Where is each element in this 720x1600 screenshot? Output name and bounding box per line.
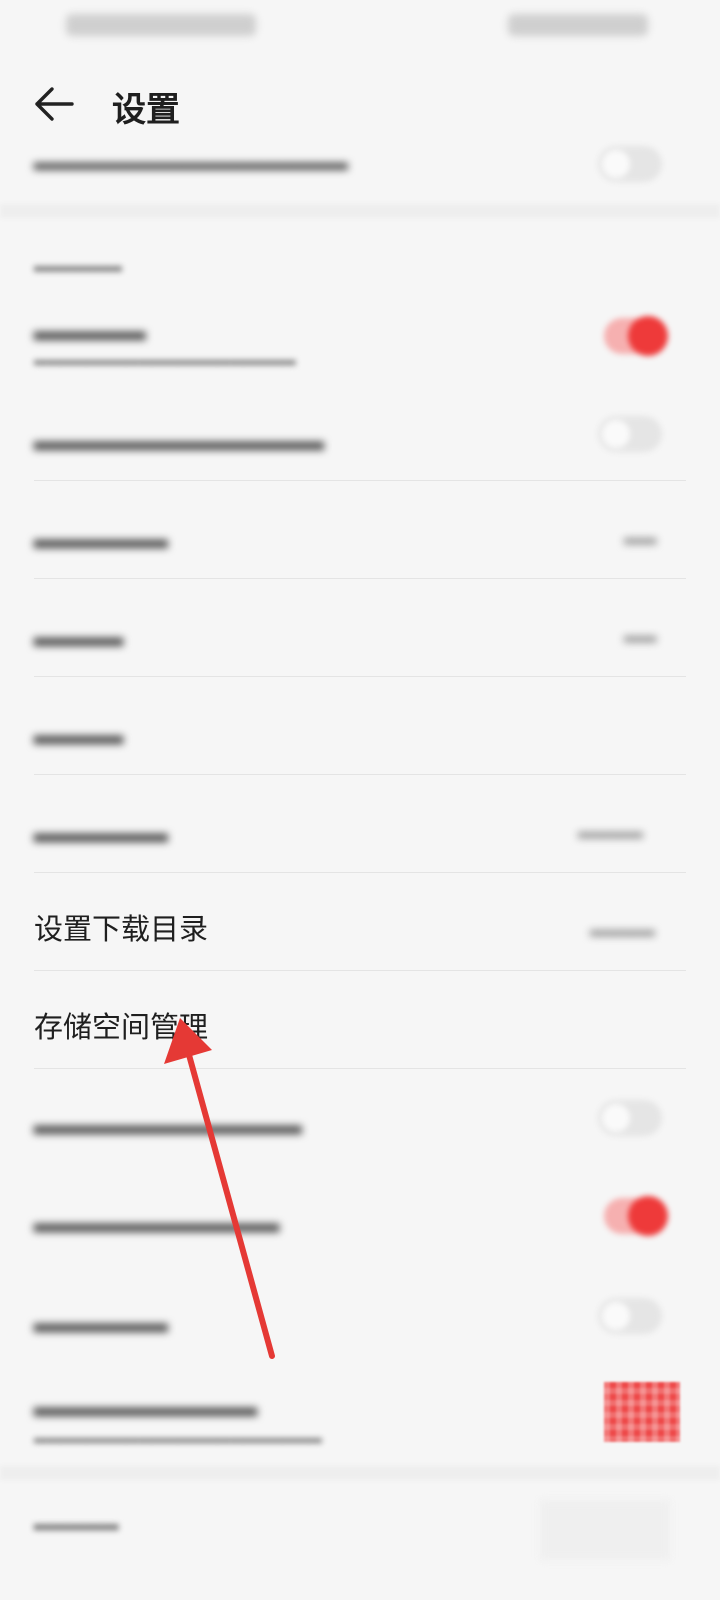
row-divider	[34, 970, 686, 971]
blurred-setting-row-12[interactable]: ▂▂▂▂▂▂▂▂▂▂	[34, 1382, 257, 1416]
blurred-value-row-7: ▂▂▂▂	[590, 912, 655, 936]
blurred-setting-row-11[interactable]: ▂▂▂▂▂▂	[34, 1298, 168, 1332]
storage-management-label[interactable]: 存储空间管理	[34, 1004, 208, 1046]
section-header-blurred: ▂▂▂▂▂▂	[34, 250, 122, 272]
page-title: 设置	[112, 90, 180, 130]
blurred-setting-row-3[interactable]: ▂▂▂▂▂▂	[34, 514, 168, 548]
blurred-setting-row-2[interactable]: ▂▂▂▂▂▂▂▂▂▂▂▂▂	[34, 416, 324, 450]
blurred-setting-row-10[interactable]: ▂▂▂▂▂▂▂▂▂▂▂	[34, 1198, 279, 1232]
row-divider	[34, 676, 686, 677]
blurred-setting-row-1[interactable]: ▂▂▂▂▂	[34, 306, 146, 340]
annotation-arrow	[164, 1018, 275, 1359]
blurred-setting-row-1-desc: ▂▂▂▂▂▂▂▂▂▂▂▂▂▂▂▂▂▂▂▂	[34, 346, 296, 366]
row-divider	[34, 774, 686, 775]
pixelated-toggle-row-12[interactable]	[604, 1382, 680, 1442]
toggle-switch-row-0[interactable]	[598, 146, 662, 182]
blurred-value-row-6: ▂▂▂▂	[578, 814, 643, 838]
download-directory-label[interactable]: 设置下载目录	[34, 906, 208, 948]
blurred-setting-row-4[interactable]: ▂▂▂▂	[34, 612, 123, 646]
blurred-setting-row-12-desc: ▂▂▂▂▂▂▂▂▂▂▂▂▂▂▂▂▂▂▂▂▂▂	[34, 1424, 322, 1444]
status-carrier-blurred	[66, 14, 256, 36]
row-divider	[34, 578, 686, 579]
top-app-bar: 设置	[0, 62, 720, 146]
blurred-value-row-4: ▂▂	[624, 618, 657, 642]
row-divider	[34, 872, 686, 873]
row-divider	[34, 480, 686, 481]
section-divider	[0, 1466, 720, 1480]
section-divider	[0, 204, 720, 218]
row-divider	[34, 1068, 686, 1069]
status-battery-blurred	[508, 14, 648, 36]
blurred-setting-row-6[interactable]: ▂▂▂▂▂▂	[34, 808, 168, 842]
toggle-switch-row-2[interactable]	[598, 416, 662, 452]
toggle-switch-row-11[interactable]	[598, 1298, 662, 1334]
toggle-switch-row-9[interactable]	[598, 1100, 662, 1136]
back-arrow-icon[interactable]	[32, 84, 76, 124]
toggle-switch-row-1[interactable]	[604, 316, 668, 356]
section-header-blurred-bottom: ▂▂▂▂▂	[34, 1506, 119, 1531]
blurred-setting-row-0[interactable]: ▂▂▂▂▂▂▂▂▂▂▂▂▂▂▂▂▂	[34, 142, 348, 170]
blurred-setting-row-5[interactable]: ▂▂▂▂	[34, 710, 123, 744]
blurred-watermark-bottom	[540, 1500, 670, 1560]
blurred-value-row-3: ▂▂	[624, 520, 657, 544]
toggle-switch-row-10[interactable]	[604, 1196, 668, 1236]
blurred-setting-row-9[interactable]: ▂▂▂▂▂▂▂▂▂▂▂▂	[34, 1100, 302, 1134]
status-bar	[0, 0, 720, 54]
